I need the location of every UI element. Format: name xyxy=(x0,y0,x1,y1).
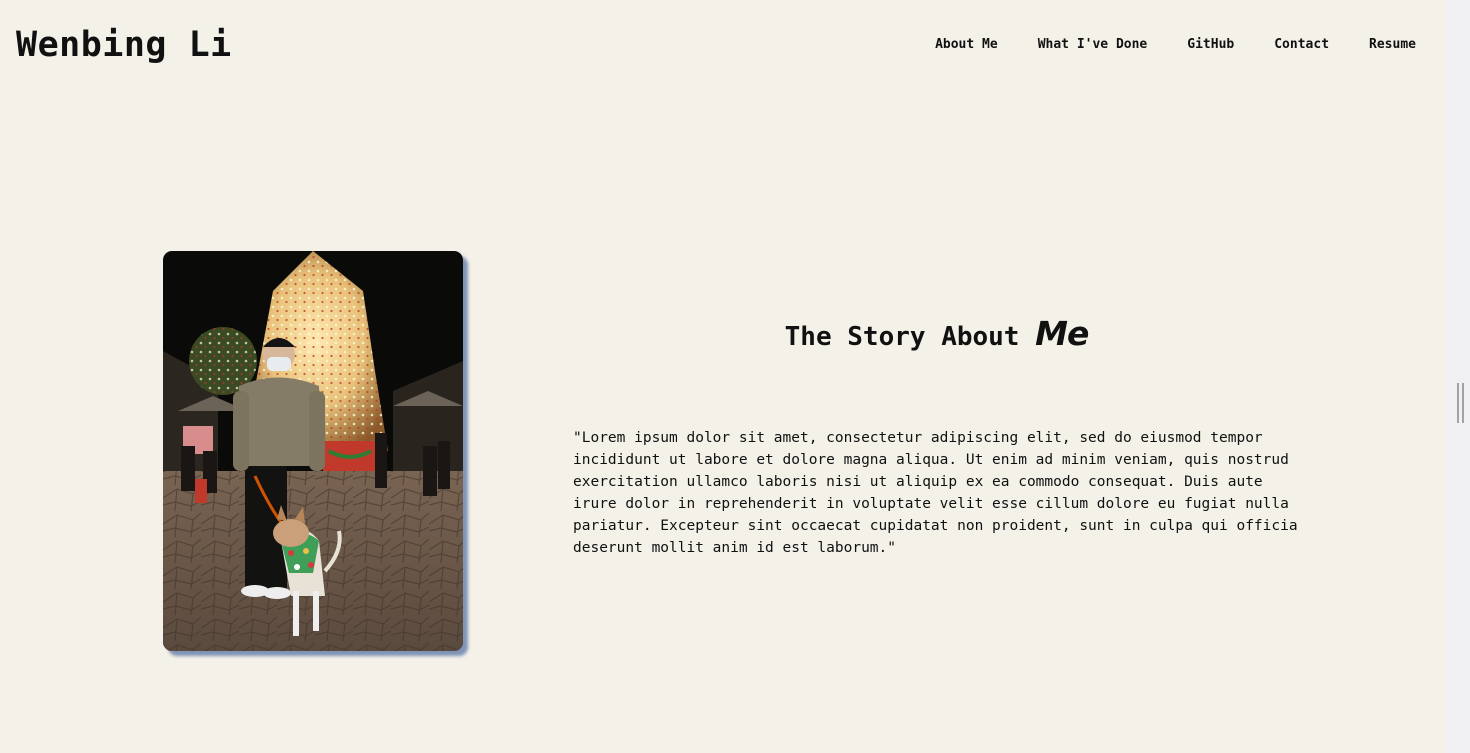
site-logo[interactable]: Wenbing Li xyxy=(16,22,232,68)
about-title-accent: Me xyxy=(1035,314,1089,353)
nav-link-about-me[interactable]: About Me xyxy=(935,35,998,55)
nav-link-contact[interactable]: Contact xyxy=(1274,35,1329,55)
nav-link-what-ive-done[interactable]: What I've Done xyxy=(1038,35,1148,55)
nav-link-resume[interactable]: Resume xyxy=(1369,35,1416,55)
nav-link-github[interactable]: GitHub xyxy=(1187,35,1234,55)
about-section-title: The Story About Me xyxy=(573,312,1300,359)
profile-photo-image xyxy=(163,251,463,651)
scrollbar-grip-icon[interactable] xyxy=(1457,383,1464,423)
about-title-main: The Story About xyxy=(784,322,1036,352)
profile-photo xyxy=(163,251,463,651)
page: Wenbing Li About Me What I've Done GitHu… xyxy=(0,0,1446,753)
vertical-scrollbar[interactable] xyxy=(1446,0,1470,753)
about-paragraph: "Lorem ipsum dolor sit amet, consectetur… xyxy=(573,430,1298,556)
main-nav: About Me What I've Done GitHub Contact R… xyxy=(935,35,1416,55)
